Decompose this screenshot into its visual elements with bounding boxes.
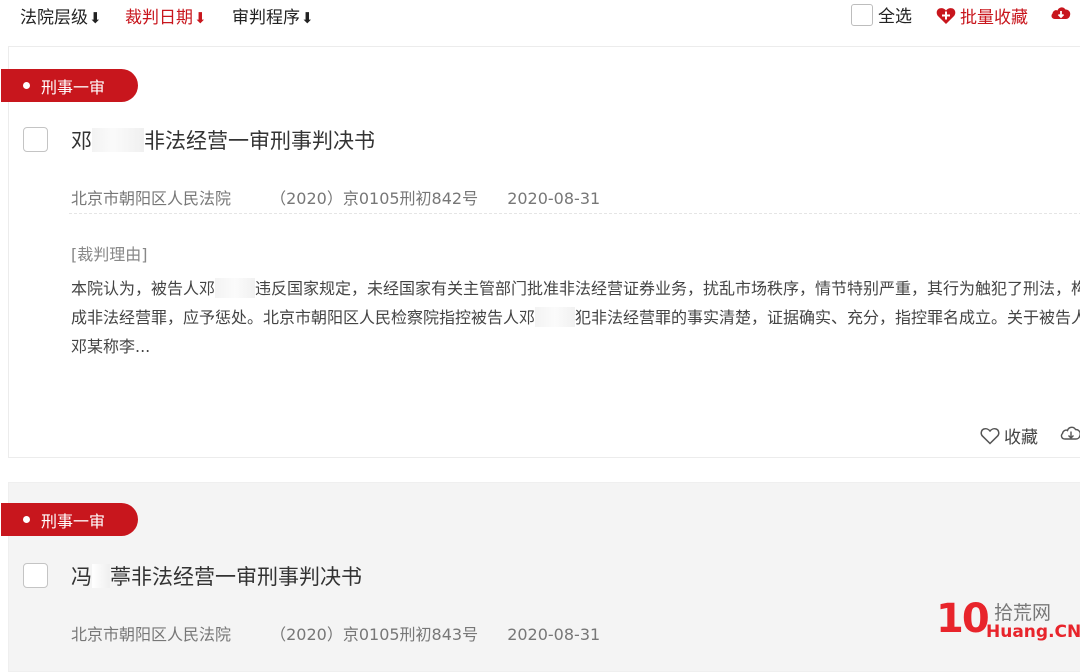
reason-label: [裁判理由] [71,245,148,264]
batch-collect-button[interactable]: 批量收藏 [936,3,1028,28]
result-meta: 北京市朝阳区人民法院 （2020）京0105刑初842号 2020-08-31 [71,185,600,209]
batch-collect-label: 批量收藏 [960,8,1028,28]
redaction-mask [92,128,144,152]
watermark-number: 10 [936,596,990,642]
result-card: 刑事一审 冯葶非法经营一审刑事判决书 北京市朝阳区人民法院 （2020）京010… [1,482,1080,672]
redaction-mask [92,564,110,588]
case-number: （2020）京0105刑初842号 [270,189,479,208]
heart-plus-icon [936,7,956,24]
case-type-label: 刑事一审 [41,511,106,531]
court-name: 北京市朝阳区人民法院 [71,625,232,644]
redaction-mask [535,307,576,327]
case-type-tag: 刑事一审 [1,503,138,536]
result-summary: 本院认为，被告人邓 违反国家规定，未经国家有关主管部门批准非法经营证券业务，扰乱市… [71,274,1080,361]
result-title-prefix: 邓 [71,129,92,153]
result-title-suffix: 非法经营一审刑事判决书 [144,129,375,153]
collect-label: 收藏 [1004,428,1038,448]
select-all-label: 全选 [878,7,912,27]
case-type-label: 刑事一审 [41,77,106,97]
watermark-logo: 10 拾荒网 Huang.CN [936,596,1080,646]
result-title[interactable]: 邓 非法经营一审刑事判决书 [71,125,375,155]
sort-down-icon: ⬇ [89,9,102,27]
cloud-download-icon[interactable] [1060,424,1080,442]
result-card: 刑事一审 邓 非法经营一审刑事判决书 北京市朝阳区人民法院 （2020）京0105… [1,46,1080,458]
divider [69,213,1080,214]
sort-judgment-date[interactable]: 裁判日期⬇ [125,3,207,28]
judgment-date: 2020-08-31 [507,189,601,208]
select-all[interactable]: 全选 [851,2,912,27]
sort-down-icon: ⬇ [194,9,207,27]
result-meta: 北京市朝阳区人民法院 （2020）京0105刑初843号 2020-08-31 [71,621,600,645]
case-number: （2020）京0105刑初843号 [270,625,479,644]
redaction-mask [215,278,256,298]
sort-court-level[interactable]: 法院层级⬇ [20,3,102,28]
cloud-download-icon[interactable] [1050,4,1072,22]
result-checkbox[interactable] [23,563,48,588]
result-title-suffix: 葶非法经营一审刑事判决书 [110,565,362,589]
result-title-prefix: 冯 [71,565,92,589]
tag-dot [23,82,30,89]
sort-court-level-label: 法院层级 [20,8,88,28]
watermark-cn: 拾荒网 [994,602,1052,624]
sort-judgment-date-label: 裁判日期 [125,8,193,28]
result-title[interactable]: 冯葶非法经营一审刑事判决书 [71,561,362,591]
case-type-tag: 刑事一审 [1,69,138,102]
select-all-checkbox[interactable] [851,3,873,26]
collect-button[interactable]: 收藏 [980,423,1038,448]
sort-procedure-label: 审判程序 [232,8,300,28]
summary-part-1: 本院认为，被告人邓 [71,279,216,298]
judgment-date: 2020-08-31 [507,625,601,644]
heart-outline-icon [980,427,1000,445]
sort-down-icon: ⬇ [301,9,314,27]
sort-procedure[interactable]: 审判程序⬇ [232,3,314,28]
court-name: 北京市朝阳区人民法院 [71,189,232,208]
watermark-en: Huang.CN [986,622,1080,642]
result-checkbox[interactable] [23,127,48,152]
sort-bar: 法院层级⬇ 裁判日期⬇ 审判程序⬇ 全选 批量收藏 [0,0,1080,30]
tag-dot [23,516,30,523]
